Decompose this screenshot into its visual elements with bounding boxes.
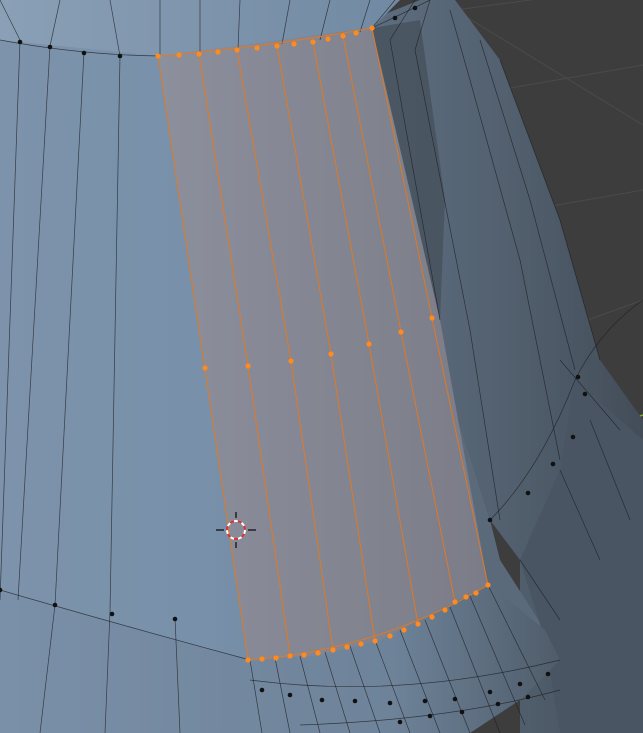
mesh-vertex[interactable] [487, 517, 493, 523]
mesh-vertex[interactable] [582, 391, 588, 397]
selected-vertex[interactable] [442, 607, 448, 613]
selected-vertex[interactable] [176, 52, 182, 58]
mesh-vertex[interactable] [525, 694, 531, 700]
selected-vertex[interactable] [353, 30, 359, 36]
mesh-vertex[interactable] [287, 692, 293, 698]
selected-vertex[interactable] [196, 51, 202, 57]
mesh-vertex[interactable] [545, 671, 551, 677]
mesh-vertex[interactable] [459, 709, 465, 715]
selected-vertex[interactable] [366, 341, 372, 347]
selected-vertex[interactable] [310, 39, 316, 45]
selected-vertex[interactable] [155, 53, 161, 59]
selected-vertex[interactable] [288, 358, 294, 364]
mesh-vertex[interactable] [319, 697, 325, 703]
mesh-vertex[interactable] [575, 374, 581, 380]
mesh-vertex[interactable] [259, 687, 265, 693]
mesh-vertex[interactable] [392, 15, 398, 21]
mesh-vertex[interactable] [412, 5, 418, 11]
selected-vertex[interactable] [473, 590, 479, 596]
3d-viewport[interactable] [0, 0, 643, 733]
selected-vertex[interactable] [415, 621, 421, 627]
selected-vertex[interactable] [215, 49, 221, 55]
mesh-vertex[interactable] [47, 44, 53, 50]
selected-vertex[interactable] [452, 599, 458, 605]
selected-vertex[interactable] [245, 363, 251, 369]
selected-vertex[interactable] [398, 329, 404, 335]
selected-vertex[interactable] [274, 43, 280, 49]
mesh-vertex[interactable] [17, 39, 23, 45]
selected-vertex[interactable] [254, 45, 260, 51]
mesh-vertex[interactable] [487, 689, 493, 695]
mesh-vertex[interactable] [422, 698, 428, 704]
selected-vertex[interactable] [344, 644, 350, 650]
selected-vertex[interactable] [234, 47, 240, 53]
selected-vertex[interactable] [429, 614, 435, 620]
mesh-vertex[interactable] [525, 490, 531, 496]
selected-vertex[interactable] [291, 41, 297, 47]
selected-vertex[interactable] [340, 33, 346, 39]
selected-vertex[interactable] [401, 627, 407, 633]
selected-vertex[interactable] [301, 652, 307, 658]
mesh-vertex[interactable] [109, 611, 115, 617]
selected-vertex[interactable] [429, 315, 435, 321]
selected-vertex[interactable] [245, 657, 251, 663]
mesh-vertex[interactable] [517, 681, 523, 687]
mesh-vertex[interactable] [570, 434, 576, 440]
selected-vertex[interactable] [287, 653, 293, 659]
mesh-vertex[interactable] [172, 616, 178, 622]
selected-vertex[interactable] [330, 647, 336, 653]
selected-vertex[interactable] [273, 655, 279, 661]
mesh-vertex[interactable] [452, 696, 458, 702]
mesh-vertex[interactable] [52, 602, 58, 608]
mesh-vertex[interactable] [397, 719, 403, 725]
selected-vertex[interactable] [259, 656, 265, 662]
selected-vertex[interactable] [315, 650, 321, 656]
selected-vertex[interactable] [202, 365, 208, 371]
mesh-vertex[interactable] [352, 698, 358, 704]
mesh-vertex[interactable] [81, 50, 87, 56]
selected-vertex[interactable] [485, 582, 491, 588]
mesh-vertex[interactable] [387, 700, 393, 706]
selected-vertex[interactable] [369, 25, 375, 31]
selected-vertex[interactable] [325, 36, 331, 42]
mesh-vertex[interactable] [117, 53, 123, 59]
selected-vertex[interactable] [463, 594, 469, 600]
mesh-vertex[interactable] [550, 461, 556, 467]
selected-vertex[interactable] [328, 351, 334, 357]
selected-vertex[interactable] [387, 633, 393, 639]
selected-vertex[interactable] [372, 638, 378, 644]
selected-vertex[interactable] [358, 641, 364, 647]
mesh-vertex[interactable] [427, 713, 433, 719]
mesh-vertex[interactable] [495, 701, 501, 707]
